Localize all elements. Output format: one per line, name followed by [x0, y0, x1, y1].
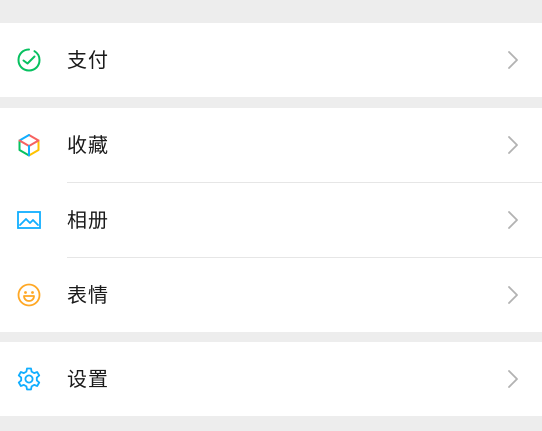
chevron-right-icon	[506, 135, 520, 155]
chevron-right-icon	[506, 210, 520, 230]
group-settings: 设置	[0, 342, 542, 416]
group-pay: 支付	[0, 23, 542, 97]
menu-item-settings[interactable]: 设置	[0, 342, 542, 416]
group-content: 收藏 相册 表情	[0, 108, 542, 332]
smile-icon	[16, 282, 42, 308]
menu-item-label: 收藏	[67, 133, 109, 157]
menu-item-label: 表情	[67, 283, 109, 307]
menu-item-favorites[interactable]: 收藏	[0, 108, 542, 182]
chevron-right-icon	[506, 50, 520, 70]
menu-item-label: 支付	[67, 48, 109, 72]
menu-item-label: 设置	[67, 367, 109, 391]
menu-item-album[interactable]: 相册	[0, 183, 542, 257]
wallet-check-icon	[16, 47, 42, 73]
menu-item-label: 相册	[67, 208, 109, 232]
image-icon	[16, 207, 42, 233]
menu-item-pay[interactable]: 支付	[0, 23, 542, 97]
chevron-right-icon	[506, 285, 520, 305]
chevron-right-icon	[506, 369, 520, 389]
menu-item-stickers[interactable]: 表情	[0, 258, 542, 332]
gear-icon	[16, 366, 42, 392]
cube-icon	[16, 132, 42, 158]
me-menu-page: 支付 收藏 相册 表情 设置	[0, 0, 542, 431]
